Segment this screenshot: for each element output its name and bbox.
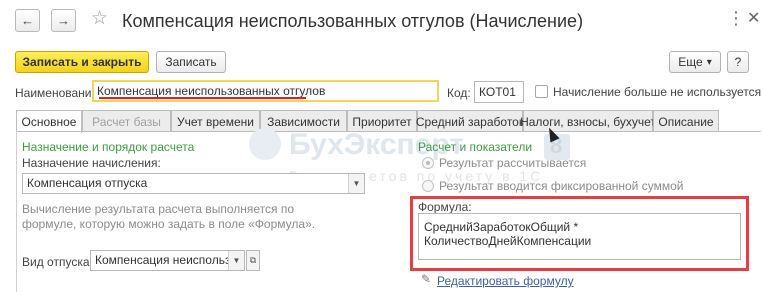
chevron-down-icon[interactable]: ▼ (348, 174, 364, 193)
unused-checkbox[interactable] (535, 85, 548, 98)
radio-calculated[interactable] (422, 157, 434, 169)
radio-fixed[interactable] (422, 180, 434, 192)
chevron-down-icon: ▾ (706, 56, 712, 68)
formula-field[interactable]: СреднийЗаработокОбщий * КоличествоДнейКо… (418, 213, 741, 260)
formula-label: Формула: (418, 200, 472, 214)
code-label: Код: (447, 86, 471, 100)
purpose-label: Назначение начисления: (22, 156, 161, 170)
code-field[interactable]: КОТ01 (474, 81, 524, 103)
unused-label: Начисление больше не используется (553, 85, 762, 99)
more-dots-icon[interactable]: ⋮ (727, 9, 745, 27)
tab-base[interactable]: Расчет базы (82, 110, 171, 132)
back-button[interactable]: ← (15, 9, 40, 32)
vacation-value: Компенсация неиспользо (95, 253, 238, 267)
tab-main[interactable]: Основное (16, 110, 82, 133)
name-value: Компенсация неиспользованных отгулов (97, 84, 326, 98)
radio-calculated-label: Результат рассчитывается (439, 156, 587, 170)
watermark-owl-icon (249, 128, 281, 160)
window-title: Компенсация неиспользованных отгулов (На… (122, 11, 584, 31)
more-label: Еще (678, 55, 703, 69)
more-button[interactable]: Еще ▾ (669, 51, 721, 73)
chevron-down-icon[interactable]: ▼ (228, 251, 244, 270)
purpose-section-title: Назначение и порядок расчета (22, 140, 195, 154)
underline-mark (99, 97, 306, 99)
arrow-right-icon: → (57, 13, 70, 28)
purpose-value: Компенсация отпуска (27, 176, 148, 190)
open-icon[interactable]: ⧉ (246, 250, 260, 271)
vacation-label: Вид отпуска: (22, 255, 93, 269)
tab-description[interactable]: Описание (653, 110, 719, 132)
vacation-select[interactable]: Компенсация неиспользо ▼ (90, 250, 245, 271)
radio-fixed-label: Результат вводится фиксированной суммой (439, 179, 684, 193)
save-and-close-button[interactable]: Записать и закрыть (15, 51, 149, 73)
pencil-icon: ✎ (421, 272, 432, 286)
tab-taxes[interactable]: Налоги, взносы, бухучет (520, 110, 656, 132)
help-button[interactable]: ? (727, 51, 749, 73)
star-icon[interactable]: ☆ (91, 8, 108, 30)
name-label: Наименование: (15, 86, 102, 100)
close-icon[interactable]: ✕ (747, 10, 760, 28)
purpose-select[interactable]: Компенсация отпуска ▼ (22, 173, 365, 194)
formula-description: Вычисление результата расчета выполняетс… (22, 202, 316, 231)
arrow-left-icon: ← (21, 13, 34, 28)
tab-time[interactable]: Учет времени (171, 110, 260, 132)
save-button[interactable]: Записать (156, 51, 226, 73)
panel-border (16, 131, 17, 292)
edit-formula-link[interactable]: Редактировать формулу (437, 274, 574, 288)
calc-section-title: Расчет и показатели (418, 140, 533, 154)
forward-button[interactable]: → (51, 9, 76, 32)
